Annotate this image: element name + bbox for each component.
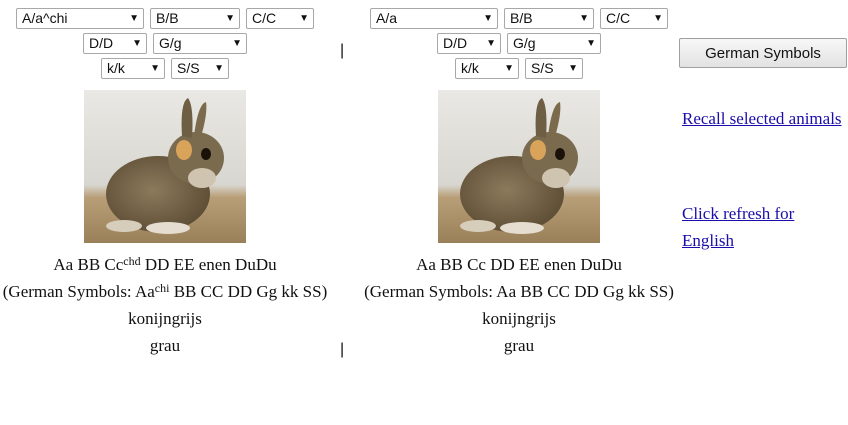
chevron-down-icon: ▼ bbox=[150, 63, 160, 74]
gene-a-select[interactable]: A/a^chi ▼ bbox=[16, 8, 144, 29]
chevron-down-icon: ▼ bbox=[132, 38, 142, 49]
right-animal-panel: A/a ▼ B/B ▼ C/C ▼ D/D ▼ G/g ▼ k/k ▼ S/S ▼ bbox=[356, 0, 682, 359]
genotype-text: Aa BB Ccchd DD EE enen DuDu bbox=[53, 254, 277, 274]
chevron-down-icon: ▼ bbox=[232, 38, 242, 49]
chevron-down-icon: ▼ bbox=[486, 38, 496, 49]
breed-label: konijngrijs bbox=[128, 309, 202, 328]
chevron-down-icon: ▼ bbox=[225, 13, 235, 24]
gene-s-select[interactable]: S/S ▼ bbox=[525, 58, 583, 79]
gene-c-select[interactable]: C/C ▼ bbox=[600, 8, 668, 29]
gene-b-select[interactable]: B/B ▼ bbox=[504, 8, 594, 29]
german-symbols-button[interactable]: German Symbols bbox=[679, 38, 847, 68]
german-symbols-text: (German Symbols: Aachi BB CC DD Gg kk SS… bbox=[2, 281, 328, 301]
left-animal-panel: A/a^chi ▼ B/B ▼ C/C ▼ D/D ▼ G/g ▼ k/k ▼ S/S ▼ bbox=[0, 0, 330, 359]
chevron-down-icon: ▼ bbox=[579, 13, 589, 24]
gene-k-select[interactable]: k/k ▼ bbox=[101, 58, 165, 79]
chevron-down-icon: ▼ bbox=[299, 13, 309, 24]
chevron-down-icon: ▼ bbox=[653, 13, 663, 24]
chevron-down-icon: ▼ bbox=[129, 13, 139, 24]
refresh-english-link[interactable]: Click refresh for English bbox=[682, 200, 842, 254]
gene-s-select[interactable]: S/S ▼ bbox=[171, 58, 229, 79]
gene-b-select[interactable]: B/B ▼ bbox=[150, 8, 240, 29]
gene-g-select[interactable]: G/g ▼ bbox=[507, 33, 601, 54]
chevron-down-icon: ▼ bbox=[483, 13, 493, 24]
gene-a-select[interactable]: A/a ▼ bbox=[370, 8, 498, 29]
gene-k-select[interactable]: k/k ▼ bbox=[455, 58, 519, 79]
chevron-down-icon: ▼ bbox=[568, 63, 578, 74]
chevron-down-icon: ▼ bbox=[504, 63, 514, 74]
column-divider: | bbox=[340, 42, 345, 59]
gene-g-select[interactable]: G/g ▼ bbox=[153, 33, 247, 54]
rabbit-photo bbox=[438, 90, 600, 243]
color-label: grau bbox=[503, 336, 535, 355]
gene-c-select[interactable]: C/C ▼ bbox=[246, 8, 314, 29]
gene-d-select[interactable]: D/D ▼ bbox=[83, 33, 147, 54]
german-symbols-text: (German Symbols: Aa BB CC DD Gg kk SS) bbox=[364, 282, 674, 301]
gene-d-select[interactable]: D/D ▼ bbox=[437, 33, 501, 54]
recall-selected-animals-link[interactable]: Recall selected animals bbox=[682, 105, 842, 132]
color-label: grau bbox=[149, 336, 181, 355]
rabbit-photo bbox=[84, 90, 246, 243]
breed-label: konijngrijs bbox=[482, 309, 556, 328]
column-divider: | bbox=[340, 341, 345, 358]
chevron-down-icon: ▼ bbox=[586, 38, 596, 49]
chevron-down-icon: ▼ bbox=[214, 63, 224, 74]
genotype-text: Aa BB Cc DD EE enen DuDu bbox=[416, 255, 622, 274]
